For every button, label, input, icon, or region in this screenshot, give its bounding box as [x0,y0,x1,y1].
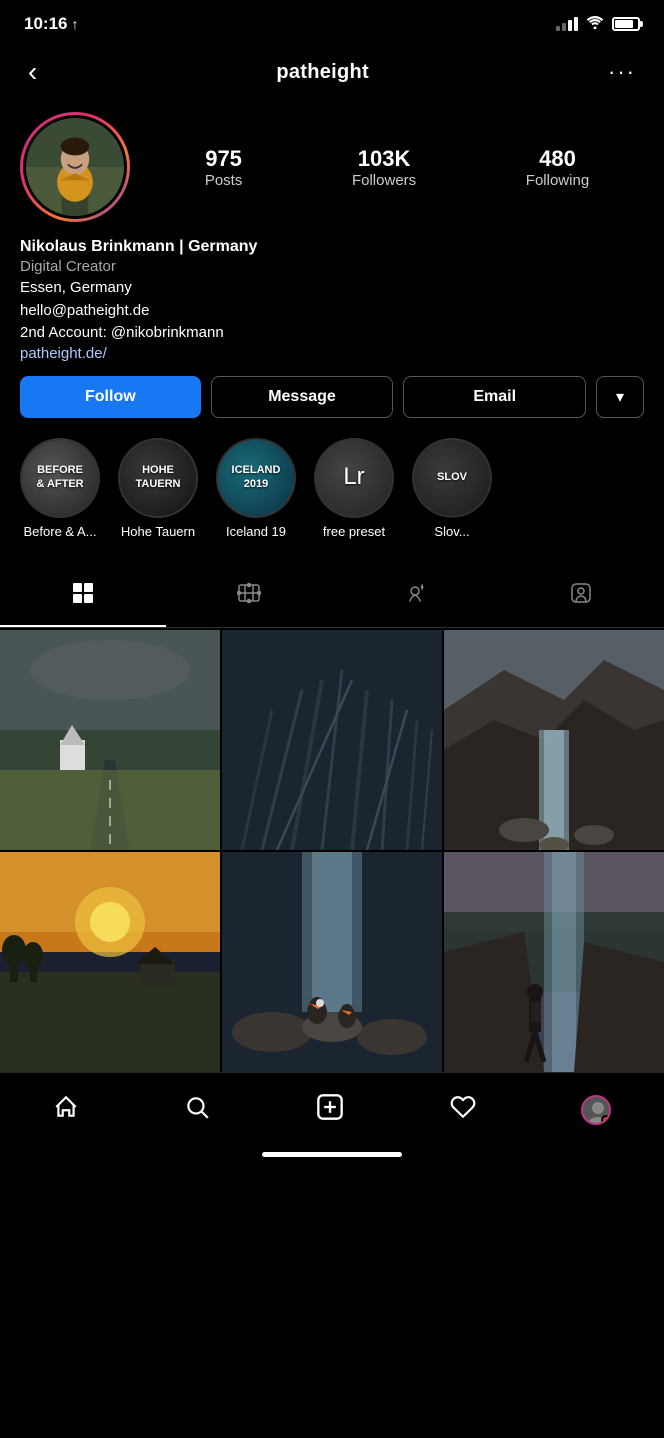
highlight-label-hohe: Hohe Tauern [121,524,195,539]
status-icons [556,15,640,33]
highlight-lr[interactable]: Lr free preset [314,438,394,539]
following-count: 480 [539,146,576,172]
nav-add[interactable] [296,1085,364,1136]
profile-second-account[interactable]: 2nd Account: @nikobrinkmann [20,322,644,345]
location-arrow-icon: ↑ [71,16,78,32]
email-button[interactable]: Email [403,376,586,418]
tab-reels[interactable] [166,567,332,627]
avatar-image [23,115,127,219]
status-bar: 10:16 ↑ [0,0,664,42]
highlight-circle-lr: Lr [314,438,394,518]
grid-photo-5[interactable] [222,852,442,1072]
highlight-hohe-tauern[interactable]: HOHE TAUERN Hohe Tauern [118,438,198,539]
nav-heart[interactable] [430,1086,496,1135]
profile-link[interactable]: patheight.de/ [20,345,644,362]
status-time: 10:16 [24,14,67,34]
collab-icon [403,581,427,611]
highlight-circle-iceland: ICELAND 2019 [216,438,296,518]
posts-stat[interactable]: 975 Posts [205,146,243,189]
grid-photo-6[interactable] [444,852,664,1072]
search-icon [184,1094,210,1127]
tab-tagged[interactable] [498,567,664,627]
profile-name: Nikolaus Brinkmann | Germany [20,238,644,256]
profile-location: Essen, Germany [20,277,644,300]
follow-button[interactable]: Follow [20,376,201,418]
posts-count: 975 [205,146,242,172]
tabs-row [0,567,664,628]
highlight-circle-before-after: BEFORE & AFTER [20,438,100,518]
stats-row: 975 Posts 103K Followers 480 Following [150,146,644,189]
home-icon [53,1094,79,1127]
heart-icon [450,1094,476,1127]
highlight-label-slove: Slov... [434,524,469,539]
grid-photo-1[interactable] [0,630,220,850]
action-buttons: Follow Message Email ▾ [20,376,644,418]
chevron-down-icon: ▾ [616,387,624,407]
followers-count: 103K [358,146,411,172]
highlight-label-before-after: Before & A... [24,524,97,539]
grid-icon [71,581,95,611]
add-icon [316,1093,344,1128]
nav-home[interactable] [33,1086,99,1135]
tab-grid[interactable] [0,567,166,627]
highlight-overlay-lr: Lr [343,463,364,492]
dropdown-button[interactable]: ▾ [596,376,644,418]
status-time-section: 10:16 ↑ [24,14,78,34]
message-button[interactable]: Message [211,376,394,418]
highlights-row: BEFORE & AFTER Before & A... HOHE TAUERN… [20,438,644,547]
highlight-overlay-before-after: BEFORE & AFTER [36,464,83,490]
photo-grid [0,630,664,1072]
back-button[interactable]: ‹ [20,52,45,92]
highlight-before-after[interactable]: BEFORE & AFTER Before & A... [20,438,100,539]
avatar[interactable] [20,112,130,222]
header: ‹ patheight ··· [0,42,664,102]
grid-photo-3[interactable] [444,630,664,850]
following-label: Following [526,172,589,189]
reels-icon [237,581,261,611]
signal-icon [556,17,578,31]
posts-label: Posts [205,172,243,189]
bio-section: Nikolaus Brinkmann | Germany Digital Cre… [20,238,644,362]
nav-avatar [581,1095,611,1125]
wifi-icon [586,15,604,33]
tab-collab[interactable] [332,567,498,627]
followers-stat[interactable]: 103K Followers [352,146,416,189]
battery-icon [612,17,640,31]
more-options-button[interactable]: ··· [600,55,644,89]
profile-section: 975 Posts 103K Followers 480 Following N… [0,102,664,567]
nav-profile[interactable] [561,1087,631,1133]
profile-top-row: 975 Posts 103K Followers 480 Following [20,112,644,222]
highlight-slove[interactable]: SLOV Slov... [412,438,492,539]
highlight-label-iceland: Iceland 19 [226,524,286,539]
profile-username: patheight [276,61,369,84]
highlight-overlay-iceland: ICELAND 2019 [232,464,281,490]
grid-photo-2[interactable] [222,630,442,850]
highlight-circle-hohe: HOHE TAUERN [118,438,198,518]
home-indicator [262,1152,402,1157]
bottom-nav [0,1072,664,1144]
grid-photo-4[interactable] [0,852,220,1072]
profile-category: Digital Creator [20,258,644,275]
following-stat[interactable]: 480 Following [526,146,589,189]
highlight-overlay-slove: SLOV [437,471,467,484]
profile-email[interactable]: hello@patheight.de [20,300,644,323]
highlight-overlay-hohe: HOHE TAUERN [135,464,180,490]
tagged-icon [569,581,593,611]
followers-label: Followers [352,172,416,189]
highlight-circle-slove: SLOV [412,438,492,518]
highlight-iceland[interactable]: ICELAND 2019 Iceland 19 [216,438,296,539]
nav-search[interactable] [164,1086,230,1135]
highlight-label-lr: free preset [323,524,385,539]
